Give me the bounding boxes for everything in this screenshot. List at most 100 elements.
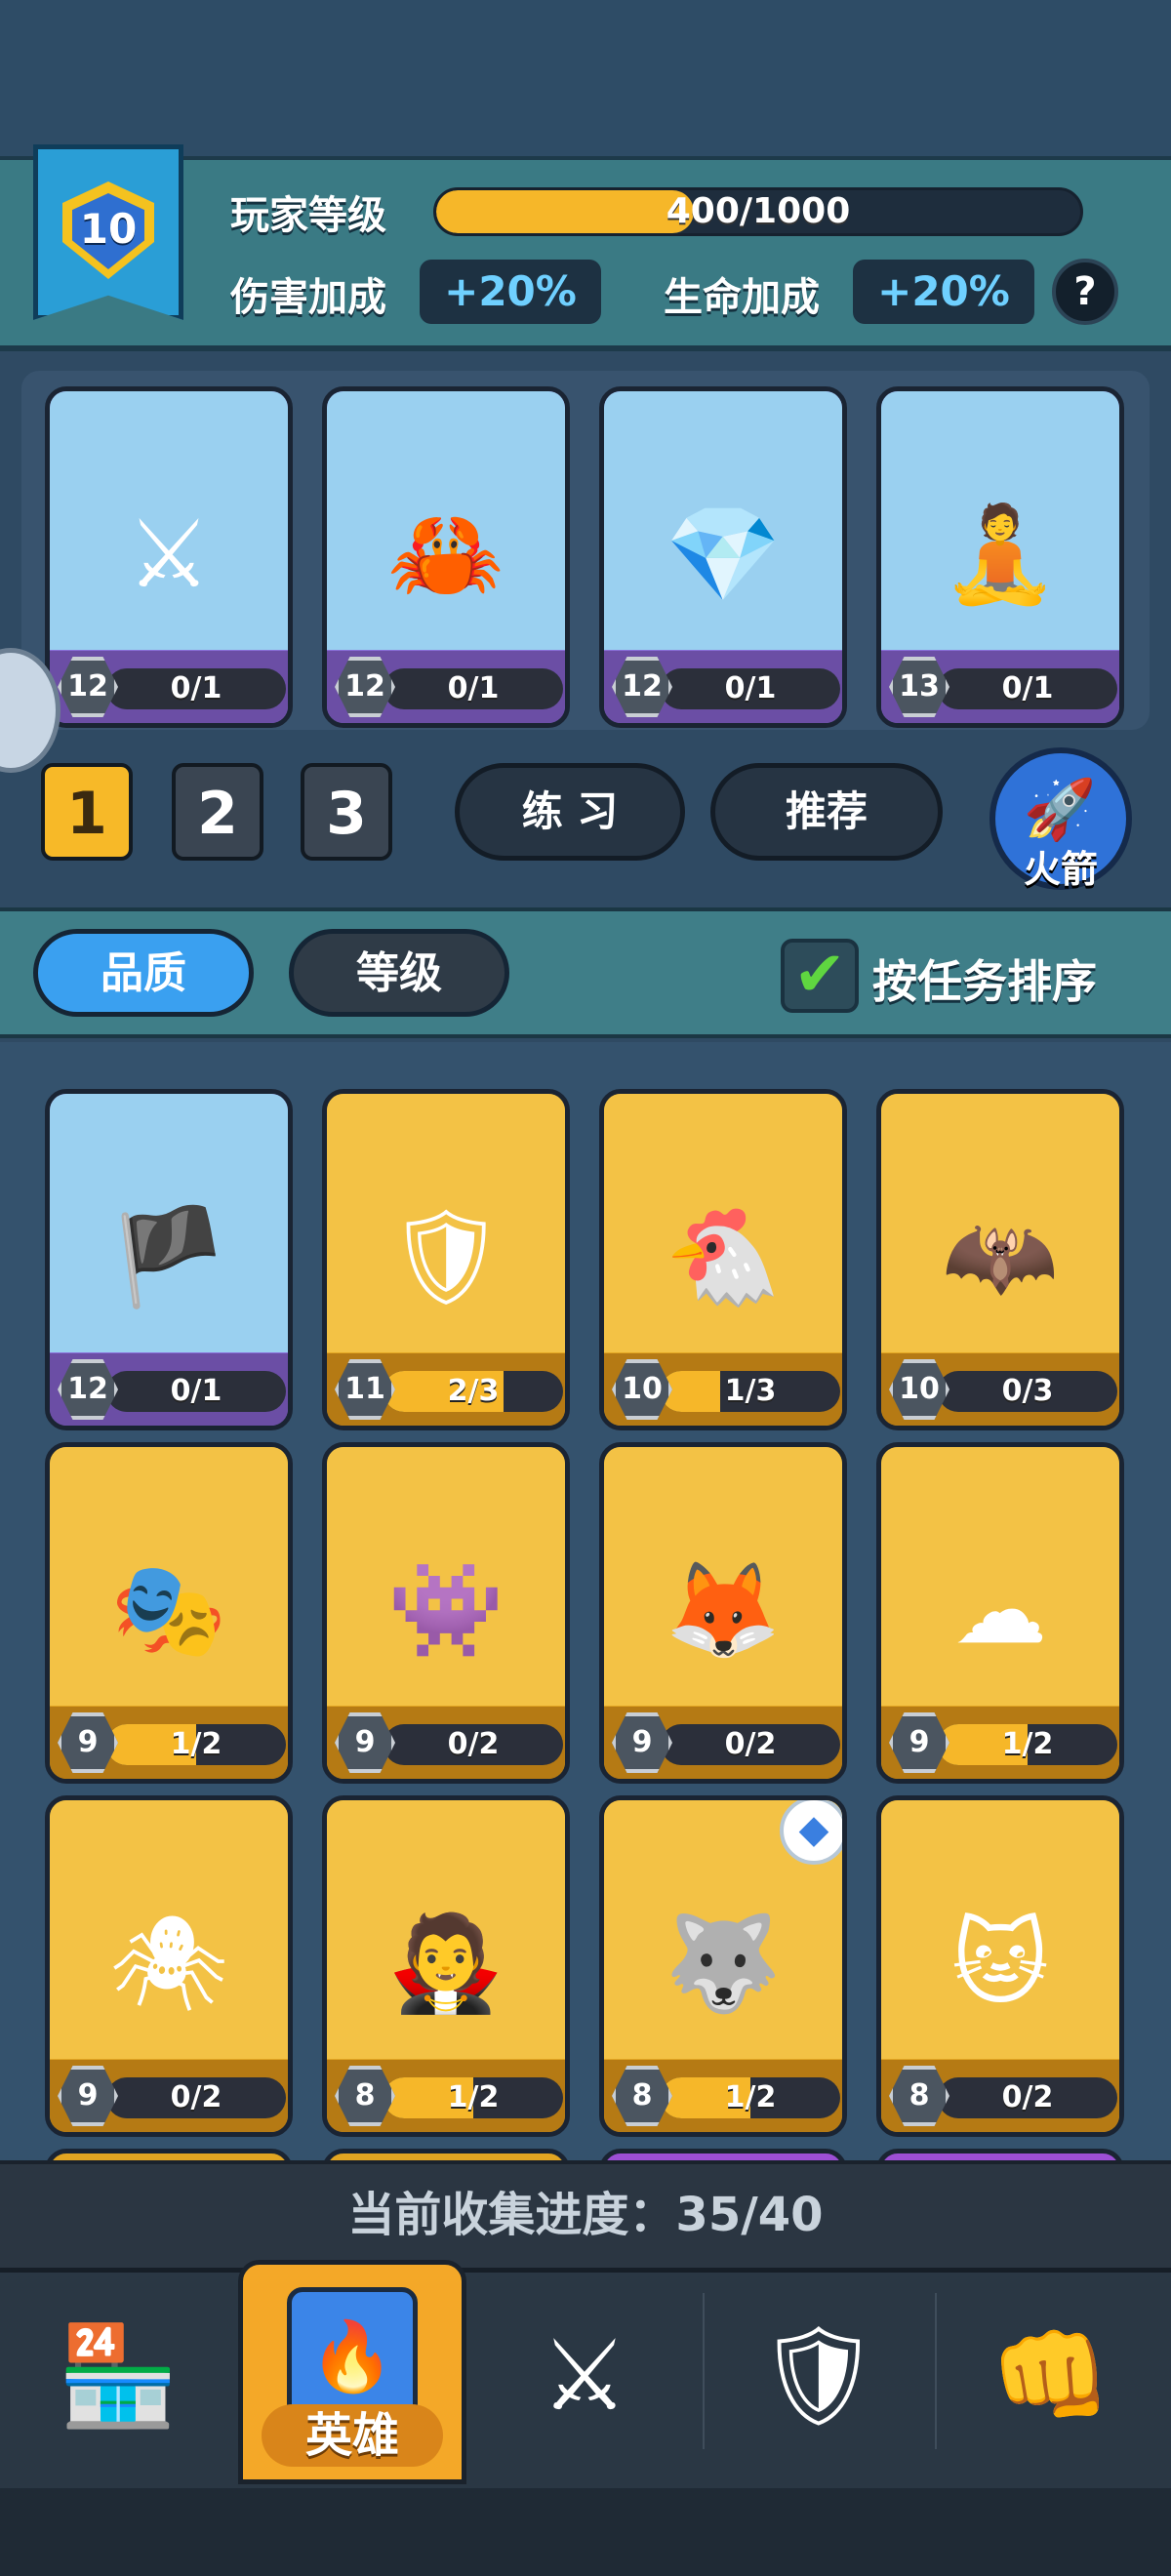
hero-card[interactable]: 🐔 1/3 10 [599,1089,847,1430]
card-progress-text: 1/2 [447,2080,500,2114]
rocket-label: 火箭 [1023,848,1098,891]
nav-heroes-label: 英雄 [262,2404,443,2467]
card-progress-text: 1/2 [170,1727,222,1761]
sort-quality-button[interactable]: 品质 [33,929,254,1017]
card-progress-bar: 1/2 [938,1724,1117,1765]
recommend-button[interactable]: 推荐 [710,763,943,861]
damage-bonus-value: +20% [420,260,601,324]
boxing-chicken-hero-icon: 🐔 [665,1201,782,1311]
card-progress-text: 0/1 [1001,671,1054,705]
nav-divider [703,2293,705,2449]
card-progress-text: 1/2 [724,2080,777,2114]
health-bonus-label: 生命加成 [664,275,820,320]
help-button[interactable]: ? [1052,259,1118,325]
hero-card-partial[interactable] [876,2149,1124,2160]
card-progress-text: 0/3 [1001,1374,1054,1408]
samurai-hero-icon: ⚔ [126,499,212,609]
card-progress-bar: 0/1 [106,1371,286,1412]
hero-card[interactable]: 🦇 0/3 10 [876,1089,1124,1430]
hero-card-partial[interactable] [599,2149,847,2160]
crossed-swords-icon: ⚔ [541,2318,628,2433]
card-progress-text: 0/1 [724,671,777,705]
card-progress-bar: 0/3 [938,1371,1117,1412]
xp-progress-bar: 400/1000 [433,187,1083,236]
nav-clan[interactable]: 🛡 [707,2283,931,2469]
card-progress-bar: 0/2 [106,2077,286,2118]
card-progress-bar: 1/2 [106,1724,286,1765]
hero-card[interactable]: 🧛 1/2 8 [322,1795,570,2137]
knight-hero-icon: 🛡 [386,1201,505,1311]
monk-hero-icon: 🧘 [942,499,1059,609]
card-progress-bar: 0/2 [384,1724,563,1765]
practice-button[interactable]: 练 习 [455,763,685,861]
deck-tab-1[interactable]: 1 [41,763,133,861]
card-progress-text: 0/2 [170,2080,222,2114]
hero-card[interactable]: 🛡 2/3 11 [322,1089,570,1430]
deck-card[interactable]: 🧘 0/1 13 [876,386,1124,728]
deck-tab-2[interactable]: 2 [172,763,263,861]
deck-tab-3[interactable]: 3 [301,763,392,861]
vampire-maid-hero-icon: 🧛 [387,1908,505,2018]
card-progress-text: 2/3 [447,1374,500,1408]
card-progress-text: 0/2 [447,1727,500,1761]
card-progress-text: 0/2 [724,1727,777,1761]
hero-card[interactable]: 🕷 0/2 9 [45,1795,293,2137]
hero-card-partial[interactable] [45,2149,293,2160]
sort-level-button[interactable]: 等级 [289,929,509,1017]
hero-card[interactable]: 👾 0/2 9 [322,1442,570,1784]
nav-gauntlet[interactable]: 👊 [939,2283,1163,2469]
deck-card[interactable]: ⚔ 0/1 12 [45,386,293,728]
blue-gem-badge-icon: ◆ [780,1800,842,1865]
card-progress-bar: 1/3 [661,1371,840,1412]
spider-hero-icon: 🕷 [109,1908,228,2018]
deck-card[interactable]: 💎 0/1 12 [599,386,847,728]
cloud-hero-icon: ☁ [953,1554,1047,1665]
nav-battle[interactable]: ⚔ [472,2283,697,2469]
rocket-icon: 🚀 [1023,776,1097,844]
pirate-hero-icon: 🏴 [110,1201,227,1311]
card-progress-text: 1/2 [1001,1727,1054,1761]
card-progress-text: 0/2 [1001,2080,1054,2114]
card-progress-bar: 2/3 [384,1371,563,1412]
shadow-bat-hero-icon: 👾 [387,1554,505,1665]
hero-card[interactable]: 🏴 0/1 12 [45,1089,293,1430]
sort-by-task-label: 按任务排序 [872,955,1097,1008]
nav-divider [935,2293,937,2449]
hero-card[interactable]: 🐺 1/2 8 ◆ [599,1795,847,2137]
hero-card-partial[interactable] [322,2149,570,2160]
card-progress-text: 0/1 [170,1374,222,1408]
hero-card[interactable]: 🎭 1/2 9 [45,1442,293,1784]
tribal-mask-hero-icon: 🎭 [110,1554,227,1665]
card-progress-text: 1/3 [724,1374,777,1408]
nav-shop[interactable]: 🏪 [6,2283,230,2469]
hero-card[interactable]: 🦊 0/2 9 [599,1442,847,1784]
card-progress-bar: 0/2 [661,1724,840,1765]
top-background [0,0,1171,156]
crystal-knight-hero-icon: 💎 [665,499,782,609]
card-progress-bar: 1/2 [384,2077,563,2118]
shop-icon: 🏪 [57,2318,180,2433]
hero-card[interactable]: 🐱 0/2 8 [876,1795,1124,2137]
card-progress-bar: 0/1 [384,668,563,709]
deck-card[interactable]: 🦀 0/1 12 [322,386,570,728]
player-level: 10 [79,205,138,253]
shield-emblem-icon: 🛡 [756,2318,881,2433]
system-bar [0,2488,1171,2576]
xp-progress-text: 400/1000 [666,191,851,231]
wolf-hero-icon: 🐺 [665,1908,782,2018]
fox-mask-girl-hero-icon: 🦊 [665,1554,782,1665]
card-progress-bar: 0/2 [938,2077,1117,2118]
damage-bonus-label: 伤害加成 [230,275,386,320]
card-progress-bar: 0/1 [938,668,1117,709]
sort-by-task-checkbox[interactable]: ✔ [781,939,859,1013]
hero-card[interactable]: ☁ 1/2 9 [876,1442,1124,1784]
card-progress-text: 0/1 [447,671,500,705]
collection-progress: 当前收集进度：35/40 [0,2160,1171,2268]
flame-icon: 🔥 [309,2316,395,2396]
power-fist-icon: 👊 [989,2318,1112,2433]
card-progress-bar: 1/2 [661,2077,840,2118]
bat-hero-icon: 🦇 [942,1201,1059,1311]
card-progress-bar: 0/1 [661,668,840,709]
crab-chef-hero-icon: 🦀 [387,499,505,609]
card-progress-bar: 0/1 [106,668,286,709]
